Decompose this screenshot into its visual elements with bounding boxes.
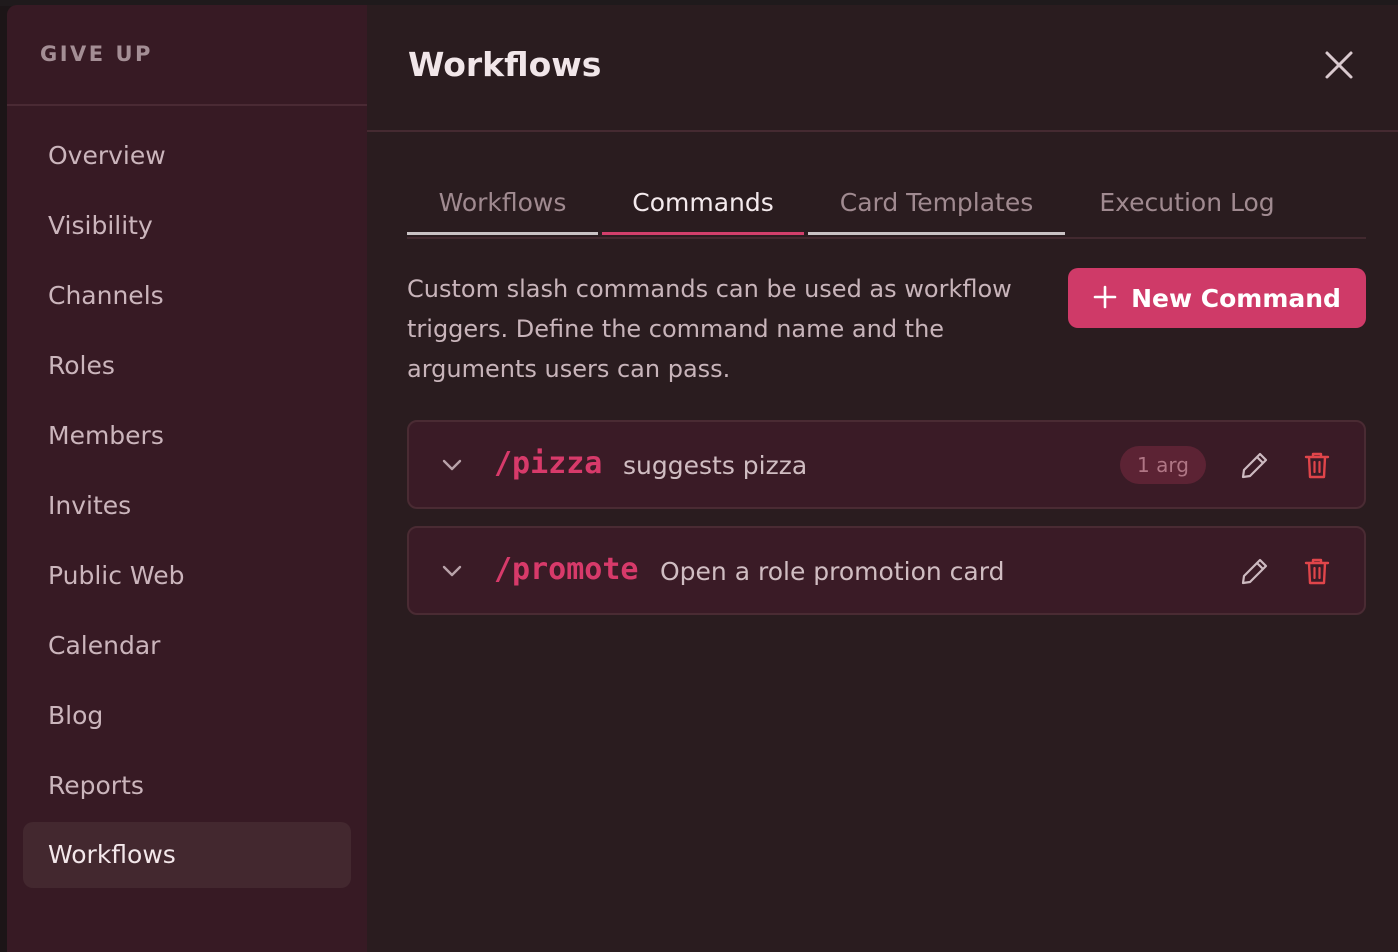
sidebar-item-channels[interactable]: Channels <box>23 263 351 329</box>
trash-icon[interactable] <box>1301 449 1333 481</box>
sidebar-header: GIVE UP <box>7 5 367 106</box>
command-row-pizza[interactable]: /pizza suggests pizza 1 arg <box>407 420 1366 509</box>
tab-commands[interactable]: Commands <box>602 175 804 235</box>
sidebar-item-visibility[interactable]: Visibility <box>23 193 351 259</box>
edit-pencil-icon[interactable] <box>1239 555 1271 587</box>
main-panel: Workflows Workflows Commands Card Templa… <box>367 5 1398 952</box>
sidebar-item-overview[interactable]: Overview <box>23 123 351 189</box>
close-icon[interactable] <box>1319 45 1359 85</box>
chevron-down-icon[interactable] <box>439 558 465 584</box>
sidebar-item-public-web[interactable]: Public Web <box>23 543 351 609</box>
sidebar-item-members[interactable]: Members <box>23 403 351 469</box>
tab-bar: Workflows Commands Card Templates Execut… <box>407 175 1366 239</box>
tab-card-templates[interactable]: Card Templates <box>808 175 1065 235</box>
arg-count-badge: 1 arg <box>1120 446 1206 484</box>
sidebar-item-blog[interactable]: Blog <box>23 683 351 749</box>
sidebar-item-invites[interactable]: Invites <box>23 473 351 539</box>
new-command-label: New Command <box>1131 283 1341 313</box>
chevron-down-icon[interactable] <box>439 452 465 478</box>
command-description: suggests pizza <box>623 451 808 480</box>
commands-description: Custom slash commands can be used as wor… <box>407 275 1012 383</box>
sidebar-item-workflows[interactable]: Workflows <box>23 822 351 888</box>
command-description: Open a role promotion card <box>660 557 1005 586</box>
plus-icon <box>1093 281 1117 315</box>
sidebar-item-calendar[interactable]: Calendar <box>23 613 351 679</box>
command-name: /promote <box>494 552 639 587</box>
sidebar: GIVE UP Overview Visibility Channels Rol… <box>7 5 367 952</box>
command-name: /pizza <box>494 446 603 481</box>
main-header: Workflows <box>367 5 1398 132</box>
page-title: Workflows <box>408 45 602 84</box>
edit-pencil-icon[interactable] <box>1239 449 1271 481</box>
command-row-promote[interactable]: /promote Open a role promotion card <box>407 526 1366 615</box>
trash-icon[interactable] <box>1301 555 1333 587</box>
new-command-button[interactable]: New Command <box>1068 268 1366 328</box>
server-name: GIVE UP <box>40 42 153 66</box>
tab-workflows[interactable]: Workflows <box>407 175 598 235</box>
sidebar-item-roles[interactable]: Roles <box>23 333 351 399</box>
settings-window: GIVE UP Overview Visibility Channels Rol… <box>7 5 1398 952</box>
sidebar-item-reports[interactable]: Reports <box>23 753 351 819</box>
tab-execution-log[interactable]: Execution Log <box>1077 175 1297 235</box>
